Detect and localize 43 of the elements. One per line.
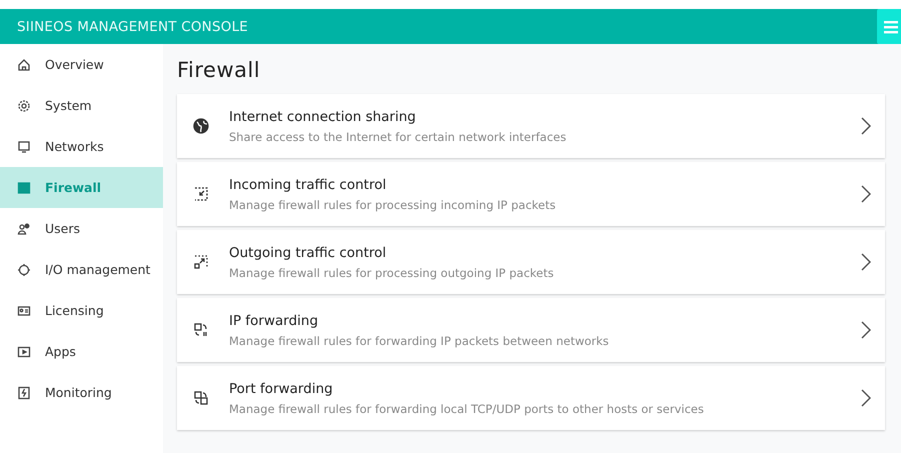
monitor-icon [17,140,31,154]
card-description: Manage firewall rules for forwarding local TCP/UDP ports to other hosts or services [229,402,705,416]
card-title: Internet connection sharing [229,108,417,124]
arrow-out-icon [193,254,209,270]
id-card-icon [17,304,31,318]
card-title: Outgoing traffic control [229,244,388,260]
chevron-right-icon [861,253,871,271]
arrow-in-icon [193,186,209,202]
menu-icon [884,20,898,34]
sidebar-item[interactable]: I/O management [0,249,163,290]
settings-card[interactable]: Port forwarding Manage firewall rules for forwarding local TCP/UDP ports to other hosts or services [177,366,885,430]
sidebar-item[interactable]: System [0,85,163,126]
app-title: SIINEOS MANAGEMENT CONSOLE [17,18,248,34]
menu-button[interactable] [877,9,901,44]
sidebar-item[interactable]: Licensing [0,290,163,331]
settings-card[interactable]: IP forwarding Manage firewall rules for forwarding IP packets between networks [177,298,885,362]
chevron-right-icon [861,117,871,135]
settings-card[interactable]: Outgoing traffic control Manage firewall rules for processing outgoing IP packets [177,230,885,294]
sidebar-item[interactable]: Overview [0,44,163,85]
users-icon [17,222,31,236]
card-description: Manage firewall rules for forwarding IP packets between networks [229,334,610,348]
swap-icon [193,390,209,406]
chevron-right-icon [861,321,871,339]
globe-icon [193,118,209,134]
card-description: Manage firewall rules for processing incoming IP packets [229,198,557,212]
sidebar-item[interactable]: Users [0,208,163,249]
sidebar-item[interactable]: Networks [0,126,163,167]
sidebar-item[interactable]: Apps [0,331,163,372]
page-title: Firewall [177,58,262,82]
card-title: Incoming traffic control [229,176,388,192]
card-title: IP forwarding [229,312,320,328]
swap-icon [193,322,209,338]
home-icon [17,58,31,72]
card-title: Port forwarding [229,380,334,396]
settings-card[interactable]: Internet connection sharing Share access to the Internet for certain network interfaces [177,94,885,158]
card-description: Share access to the Internet for certain network interfaces [229,130,568,144]
chevron-right-icon [861,389,871,407]
chevron-right-icon [861,185,871,203]
sidebar-item[interactable]: Monitoring [0,372,163,413]
card-description: Manage firewall rules for processing outgoing IP packets [229,266,555,280]
play-window-icon [17,344,31,358]
settings-card[interactable]: Incoming traffic control Manage firewall rules for processing incoming IP packets [177,162,885,226]
gear-icon [17,98,31,112]
